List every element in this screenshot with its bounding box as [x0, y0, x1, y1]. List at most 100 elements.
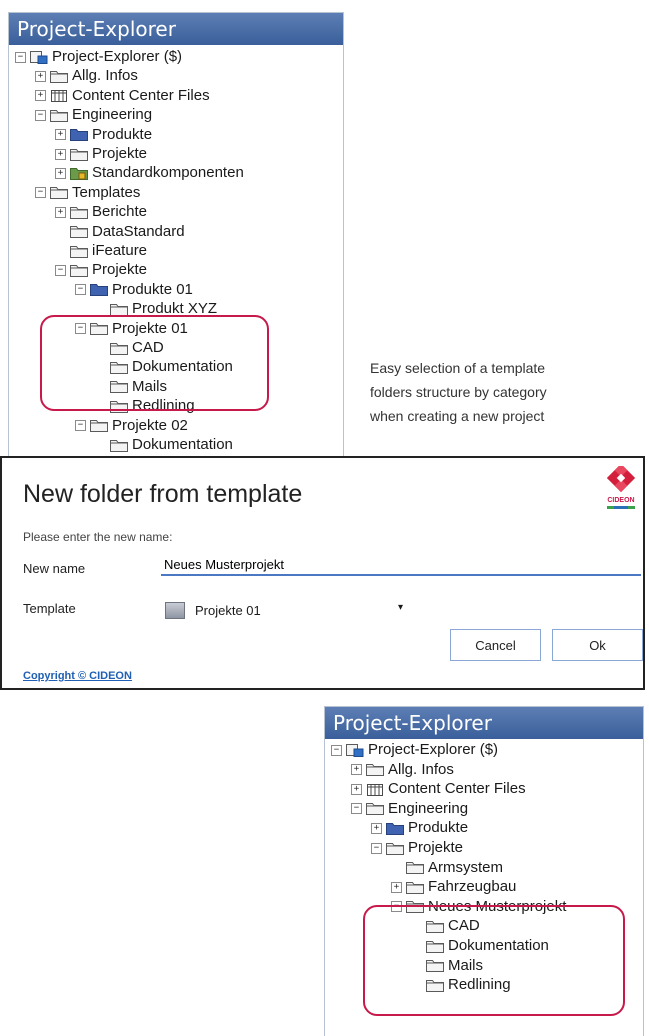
collapse-icon[interactable]: − [15, 51, 26, 63]
tree-item[interactable]: + Projekte [55, 144, 147, 164]
caption-line-2: folders structure by category [370, 384, 547, 400]
dialog-title: New folder from template [23, 480, 303, 508]
tree-item-label: Content Center Files [72, 86, 210, 104]
expand-icon[interactable]: + [35, 70, 46, 82]
tree-item[interactable]: − Engineering [351, 799, 468, 819]
expand-icon[interactable]: + [55, 167, 66, 179]
tree-item[interactable]: − Engineering [35, 105, 152, 125]
project-explorer-icon [30, 50, 48, 64]
tree-item[interactable]: + Produkte [55, 125, 152, 145]
tree-item[interactable]: + Produkte [371, 818, 468, 838]
dropdown-arrow-icon[interactable]: ▾ [398, 602, 403, 613]
expand-icon[interactable]: + [35, 90, 46, 102]
prompt-text: Please enter the new name: [23, 530, 173, 544]
tree-item[interactable]: − Projekte 02 [75, 416, 188, 436]
tree-item-label: Produkte 01 [112, 280, 193, 298]
tree-item-label: iFeature [92, 242, 148, 259]
tree-item[interactable]: Armsystem [391, 858, 503, 878]
folder-icon [366, 802, 384, 816]
folder-icon [70, 225, 88, 239]
tree-item[interactable]: − Project-Explorer ($) [331, 740, 498, 760]
folder-icon [110, 303, 128, 316]
caption-line-1: Easy selection of a template [370, 360, 546, 376]
collapse-icon[interactable]: − [75, 420, 86, 432]
folder-icon [110, 439, 128, 452]
expand-icon[interactable]: + [391, 881, 402, 893]
tree-item-label: Produkte [408, 819, 469, 837]
collapse-icon[interactable]: − [35, 187, 46, 199]
folder-icon [406, 861, 424, 875]
tree-item-label: Produkte [92, 125, 153, 143]
tree-item[interactable]: DataStandard [55, 222, 185, 242]
folder-icon [70, 206, 88, 219]
highlight-template-selection [40, 315, 269, 411]
tree-item-label: Content Center Files [388, 780, 526, 798]
tree-item[interactable]: − Project-Explorer ($) [15, 47, 182, 67]
copyright-link[interactable]: Copyright © CIDEON [23, 670, 132, 682]
expand-icon[interactable]: + [55, 206, 66, 218]
panel-title: Project-Explorer [325, 707, 643, 739]
new-folder-dialog: New folder from template CIDEON Please e… [0, 456, 645, 690]
expand-icon[interactable]: + [351, 783, 362, 795]
expand-icon[interactable]: + [371, 822, 382, 834]
folder-icon [50, 109, 68, 122]
folder-icon [70, 148, 88, 161]
template-selected-value: Projekte 01 [195, 602, 261, 618]
tree-item[interactable]: + Standardkomponenten [55, 163, 244, 183]
blue-folder-icon [386, 822, 404, 835]
template-label: Template [23, 601, 76, 616]
blue-folder-icon [70, 128, 88, 142]
folder-icon [366, 763, 384, 777]
tree-item[interactable]: iFeature [55, 241, 147, 261]
tree-item[interactable]: + Berichte [55, 202, 147, 222]
new-name-input[interactable] [161, 554, 641, 576]
collapse-icon[interactable]: − [351, 803, 362, 815]
library-icon [50, 89, 68, 103]
tree-item[interactable]: − Projekte [55, 260, 147, 280]
tree-item[interactable]: + Content Center Files [35, 86, 210, 106]
tree-item[interactable]: + Allg. Infos [351, 760, 454, 780]
library-icon [366, 783, 384, 796]
cancel-button[interactable]: Cancel [450, 629, 541, 661]
tree-item[interactable]: − Projekte [371, 838, 463, 858]
tree-item-label: Project-Explorer ($) [52, 48, 183, 65]
blue-folder-icon [90, 283, 108, 297]
collapse-icon[interactable]: − [35, 109, 46, 121]
tree-item[interactable]: + Content Center Files [351, 779, 526, 799]
tree-item-label: Projekte [408, 839, 464, 856]
tree-item-label: Engineering [72, 106, 153, 124]
tree-item-label: Projekte [92, 145, 148, 162]
expand-icon[interactable]: + [351, 764, 362, 776]
project-explorer-icon [346, 743, 364, 757]
caption-text: Easy selection of a template folders str… [370, 356, 640, 428]
folder-icon [70, 264, 88, 277]
tree-item-label: Templates [72, 183, 141, 201]
ok-button[interactable]: Ok [552, 629, 643, 661]
template-select[interactable]: Projekte 01 ▾ [165, 598, 411, 622]
tree-item[interactable]: − Produkte 01 [75, 280, 193, 300]
folder-icon [70, 245, 88, 258]
collapse-icon[interactable]: − [331, 744, 342, 756]
logo-text: CIDEON [607, 497, 634, 504]
folder-icon [406, 881, 424, 894]
expand-icon[interactable]: + [55, 148, 66, 160]
folder-icon [50, 186, 68, 200]
tree-item-label: Armsystem [428, 858, 503, 876]
collapse-icon[interactable]: − [371, 842, 382, 854]
template-folder-icon [165, 601, 185, 619]
cideon-logo: CIDEON [605, 463, 637, 512]
tree-item-label: Engineering [388, 799, 469, 817]
tree-item-label: Berichte [92, 203, 148, 221]
tree-item-label: Allg. Infos [388, 760, 454, 778]
tree-item[interactable]: − Templates [35, 183, 140, 203]
tree-item[interactable]: + Allg. Infos [35, 66, 138, 86]
expand-icon[interactable]: + [55, 129, 66, 141]
collapse-icon[interactable]: − [75, 284, 86, 296]
tree-item-label: Projekte 02 [112, 416, 188, 434]
tree-item[interactable]: + Fahrzeugbau [391, 877, 516, 897]
folder-icon [386, 842, 404, 855]
tree-item-label: Standardkomponenten [92, 164, 244, 182]
tree-item[interactable]: Dokumentation [95, 435, 233, 455]
collapse-icon[interactable]: − [55, 264, 66, 276]
tree-item-label: DataStandard [92, 222, 185, 240]
